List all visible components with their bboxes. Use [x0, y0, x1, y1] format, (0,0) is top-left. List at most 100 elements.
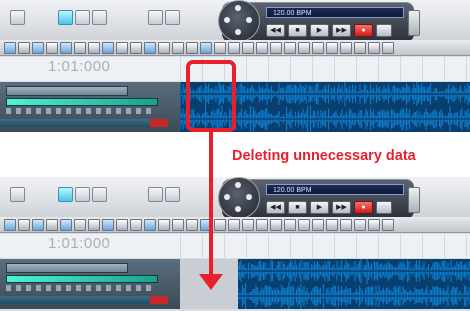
tool-icon	[60, 41, 72, 54]
tool-icon	[312, 41, 324, 54]
tool-button[interactable]	[10, 10, 25, 25]
tool-icon	[158, 41, 170, 54]
tool-row	[0, 40, 470, 56]
annotation-caption: Deleting unnecessary data	[232, 148, 416, 164]
transport-buttons: ◀◀ ■ ▶ ▶▶ ●	[266, 201, 392, 214]
stop-icon[interactable]: ■	[288, 201, 307, 214]
track-name-field[interactable]	[6, 263, 128, 273]
tool-icon	[326, 218, 338, 231]
transport-panel: 120.00 BPM ◀◀ ■ ▶ ▶▶ ●	[218, 177, 420, 219]
mode-button[interactable]	[75, 187, 90, 202]
toolbar-group-modes	[58, 187, 107, 202]
mode-button[interactable]	[92, 10, 107, 25]
tool-icon	[32, 218, 44, 231]
tool-icon	[256, 41, 268, 54]
tool-row	[0, 217, 470, 233]
tool-icon	[284, 41, 296, 54]
track-strip	[0, 119, 150, 127]
edit-button[interactable]	[148, 10, 163, 25]
ruler-ticks	[180, 234, 470, 258]
tool-icon	[130, 41, 142, 54]
track-level-meter	[6, 98, 158, 106]
tool-icon	[298, 218, 310, 231]
tool-icon	[116, 218, 128, 231]
stop-icon[interactable]: ■	[288, 24, 307, 37]
tool-icon	[186, 41, 198, 54]
tool-icon	[242, 41, 254, 54]
tool-icon	[298, 41, 310, 54]
edit-button[interactable]	[165, 187, 180, 202]
track-name-field[interactable]	[6, 86, 128, 96]
rewind-icon[interactable]: ◀◀	[266, 24, 285, 37]
tool-icon	[130, 218, 142, 231]
tool-icon	[4, 41, 16, 54]
track-level-meter	[6, 275, 158, 283]
toolbar-group-edit	[148, 10, 180, 25]
timeline-ruler[interactable]: 1:01:000	[0, 234, 470, 258]
time-display: 1:01:000	[48, 58, 111, 75]
transport-dial-icon[interactable]	[218, 177, 260, 219]
annotation-arrow	[209, 132, 213, 279]
transport-buttons: ◀◀ ■ ▶ ▶▶ ●	[266, 24, 392, 37]
tool-icon	[312, 218, 324, 231]
tool-icon	[228, 41, 240, 54]
tool-icon	[354, 41, 366, 54]
tempo-display: 120.00 BPM	[266, 7, 404, 18]
mode-button-active[interactable]	[58, 10, 73, 25]
edit-button[interactable]	[165, 10, 180, 25]
tool-icon	[368, 41, 380, 54]
tool-icon	[340, 41, 352, 54]
tool-icon	[88, 41, 100, 54]
panel-side-button[interactable]	[408, 10, 420, 36]
tool-icon	[74, 218, 86, 231]
tool-icon	[46, 218, 58, 231]
transport-panel: 120.00 BPM ◀◀ ■ ▶ ▶▶ ●	[218, 0, 420, 42]
tool-icon	[144, 218, 156, 231]
tool-icon	[102, 41, 114, 54]
tool-icon	[214, 41, 226, 54]
toolbar-group-left	[10, 10, 25, 25]
mode-button[interactable]	[75, 10, 90, 25]
tool-button[interactable]	[10, 187, 25, 202]
record-arm-button[interactable]	[150, 119, 168, 127]
panel-side-button[interactable]	[408, 187, 420, 213]
mode-button[interactable]	[92, 187, 107, 202]
track-strip	[0, 296, 150, 304]
tool-icon	[270, 41, 282, 54]
time-display: 1:01:000	[48, 235, 111, 252]
toolbar-group-modes	[58, 10, 107, 25]
track-header[interactable]	[0, 259, 180, 309]
rewind-icon[interactable]: ◀◀	[266, 201, 285, 214]
tool-icon	[382, 41, 394, 54]
tool-icon	[4, 218, 16, 231]
tool-icon	[256, 218, 268, 231]
loop-button[interactable]	[376, 201, 392, 214]
record-icon[interactable]: ●	[354, 201, 373, 214]
tool-icon	[74, 41, 86, 54]
play-icon[interactable]: ▶	[310, 201, 329, 214]
audio-waveform[interactable]	[238, 259, 470, 309]
play-icon[interactable]: ▶	[310, 24, 329, 37]
tool-icon	[186, 218, 198, 231]
tool-icon	[116, 41, 128, 54]
tool-icon	[368, 218, 380, 231]
tool-icon	[88, 218, 100, 231]
loop-button[interactable]	[376, 24, 392, 37]
record-arm-button[interactable]	[150, 296, 168, 304]
tool-icon	[46, 41, 58, 54]
transport-dial-icon[interactable]	[218, 0, 260, 42]
tool-icon	[340, 218, 352, 231]
track-header[interactable]	[0, 82, 180, 132]
tool-icon	[102, 218, 114, 231]
mode-button-active[interactable]	[58, 187, 73, 202]
tool-icon	[18, 41, 30, 54]
forward-icon[interactable]: ▶▶	[332, 201, 351, 214]
track-controls[interactable]	[6, 285, 156, 291]
tool-icon	[214, 218, 226, 231]
track-controls[interactable]	[6, 108, 156, 114]
edit-button[interactable]	[148, 187, 163, 202]
tool-icon	[284, 218, 296, 231]
tool-icon	[382, 218, 394, 231]
forward-icon[interactable]: ▶▶	[332, 24, 351, 37]
record-icon[interactable]: ●	[354, 24, 373, 37]
